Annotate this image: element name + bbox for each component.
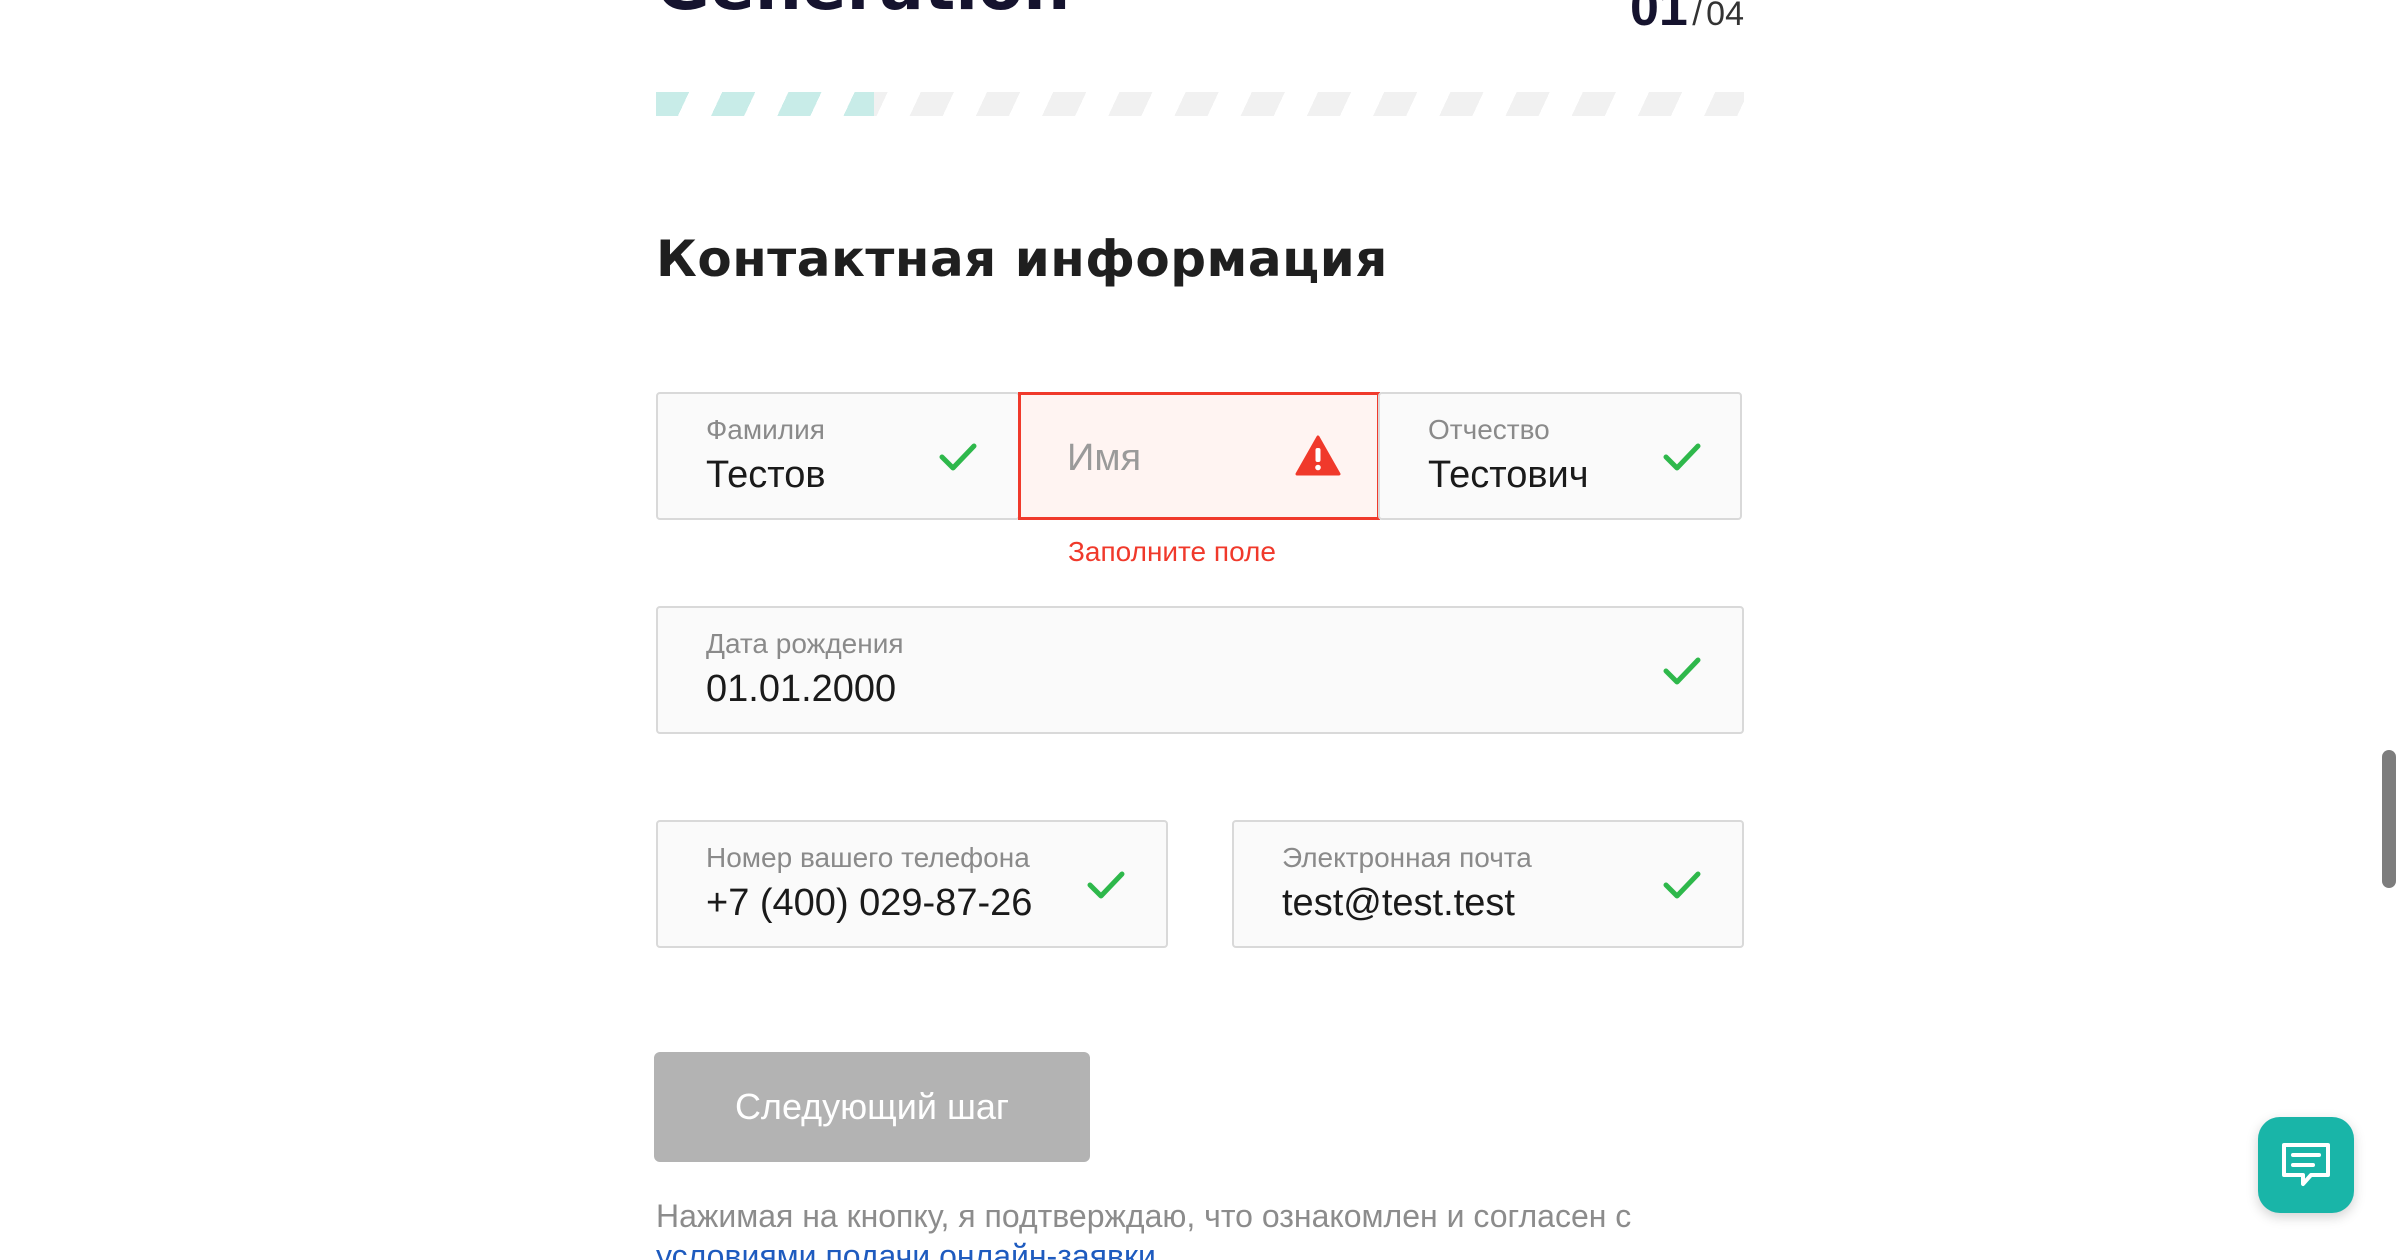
warning-icon — [1295, 435, 1341, 476]
first-name-placeholder: Имя — [1067, 437, 1142, 479]
birth-date-label: Дата рождения — [706, 628, 904, 659]
check-icon — [939, 443, 977, 471]
email-field[interactable]: Электронная почта test@test.test — [1232, 820, 1744, 948]
consent-text: Нажимая на кнопку, я подтверждаю, что оз… — [656, 1196, 1631, 1260]
step-counter: 01 / 04 — [1630, 0, 1744, 38]
first-name-field[interactable]: Имя — [1018, 392, 1380, 520]
chat-button[interactable] — [2258, 1117, 2354, 1213]
phone-field[interactable]: Номер вашего телефона +7 (400) 029-87-26 — [656, 820, 1168, 948]
middle-name-field[interactable]: Отчество Тестович — [1378, 392, 1742, 520]
next-step-button[interactable]: Следующий шаг — [654, 1052, 1090, 1162]
check-icon — [1663, 871, 1701, 899]
phone-value: +7 (400) 029-87-26 — [706, 882, 1033, 924]
birth-date-value: 01.01.2000 — [706, 668, 897, 710]
email-label: Электронная почта — [1282, 842, 1532, 873]
page-title: Generation — [656, 0, 1070, 25]
birth-date-field[interactable]: Дата рождения 01.01.2000 — [656, 606, 1744, 734]
last-name-value: Тестов — [706, 454, 826, 496]
step-current: 01 — [1629, 0, 1688, 37]
last-name-label: Фамилия — [706, 414, 825, 445]
step-separator: / — [1692, 0, 1702, 33]
page: Generation 01 / 04 Контактная информация… — [0, 0, 2400, 1260]
check-icon — [1087, 871, 1125, 899]
scrollbar-thumb[interactable] — [2382, 750, 2396, 888]
check-icon — [1663, 657, 1701, 685]
progress-fill — [656, 92, 874, 116]
section-title: Контактная информация — [656, 230, 1388, 288]
email-value: test@test.test — [1282, 882, 1515, 924]
check-icon — [1663, 443, 1701, 471]
chat-icon — [2282, 1143, 2330, 1186]
consent-sentence: Нажимая на кнопку, я подтверждаю, что оз… — [656, 1198, 1632, 1234]
phone-label: Номер вашего телефона — [706, 842, 1030, 873]
consent-terms-link[interactable]: условиями подачи онлайн-заявки — [656, 1236, 1631, 1260]
middle-name-label: Отчество — [1428, 414, 1550, 445]
middle-name-value: Тестович — [1428, 454, 1589, 496]
last-name-field[interactable]: Фамилия Тестов — [656, 392, 1020, 520]
first-name-error: Заполните поле — [1068, 536, 1276, 567]
step-total: 04 — [1706, 0, 1744, 33]
progress-bar — [656, 92, 1744, 116]
